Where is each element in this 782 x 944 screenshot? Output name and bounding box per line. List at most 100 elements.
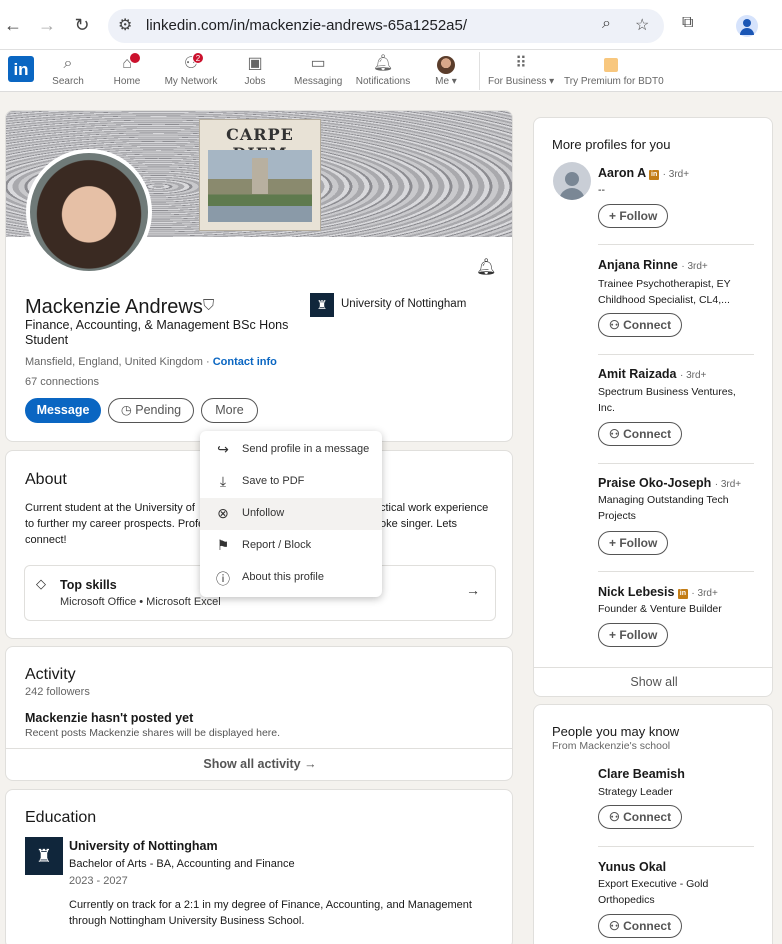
follow-button[interactable]: + Follow	[598, 531, 669, 555]
nav-messaging-label: Messaging	[294, 76, 343, 87]
profile-name[interactable]: Anjana Rinne · 3rd+	[598, 258, 708, 272]
follow-button[interactable]: + Follow	[598, 204, 669, 228]
person-headline: Export Executive - Gold Orthopedics	[598, 878, 709, 906]
reload-icon[interactable]: ↻	[71, 14, 93, 36]
degree-text: · 3rd+	[691, 588, 718, 599]
education-desc-line-2: through Nottingham University Business S…	[69, 915, 305, 927]
profile-university[interactable]: University of Nottingham	[341, 298, 466, 310]
activity-card: Activity 242 followers Mackenzie hasn't …	[5, 646, 513, 781]
profile-name[interactable]: Nick Lebesis in · 3rd+	[598, 585, 718, 599]
profile-headline: Trainee Psychotherapist, EY Childhood Sp…	[598, 278, 731, 306]
menu-save-pdf-label: Save to PDF	[242, 475, 305, 487]
nav-messaging[interactable]: ▭ Messaging	[294, 53, 342, 87]
about-line-3: connect!	[25, 534, 67, 546]
more-button[interactable]: More	[201, 398, 258, 423]
followers-count[interactable]: 242 followers	[25, 684, 90, 700]
connect-label: Connect	[623, 318, 672, 332]
person-name[interactable]: Yunus Okal	[598, 860, 666, 874]
message-button[interactable]: Message	[25, 398, 101, 423]
profile-name[interactable]: Amit Raizada · 3rd+	[598, 367, 706, 381]
divider	[598, 463, 754, 464]
connect-label: Connect	[623, 810, 672, 824]
about-title: About	[25, 471, 67, 488]
top-skills-list: Microsoft Office • Microsoft Excel	[60, 596, 221, 608]
nav-business-label: For Business ▾	[488, 76, 555, 87]
add-person-icon: ⚇	[609, 427, 624, 441]
education-school[interactable]: University of Nottingham	[69, 839, 218, 853]
connect-button[interactable]: ⚇ Connect	[598, 914, 683, 938]
zoom-icon[interactable]: ⌕	[602, 15, 611, 33]
menu-save-pdf[interactable]: ⤓ Save to PDF	[200, 466, 382, 498]
about-line-2-left: to further my career prospects. Profe	[25, 518, 205, 530]
nav-divider	[479, 52, 480, 90]
profile-name[interactable]: Praise Oko-Joseph · 3rd+	[598, 476, 741, 490]
profile-headline: Founder & Venture Builder	[598, 603, 722, 615]
nav-my-network[interactable]: ⚇ 2 My Network	[162, 52, 220, 87]
nav-premium[interactable]: Try Premium for BDT0	[564, 53, 664, 87]
show-all-activity-link[interactable]: Show all activity →	[6, 757, 512, 771]
bookmark-star-icon[interactable]: ☆	[635, 15, 649, 35]
network-badge: 2	[192, 52, 204, 64]
back-icon[interactable]: ←	[2, 14, 24, 36]
menu-send-profile[interactable]: ↪ Send profile in a message	[200, 434, 382, 466]
linkedin-badge-icon: in	[649, 170, 660, 180]
menu-report-block[interactable]: ⚑ Report / Block	[200, 530, 382, 562]
profile-headline: --	[598, 184, 605, 196]
connect-button[interactable]: ⚇ Connect	[598, 313, 683, 337]
bell-icon[interactable]: 🔔︎	[476, 257, 496, 277]
verified-shield-icon[interactable]: ⛉	[203, 297, 214, 314]
connections-count[interactable]: 67 connections	[25, 376, 99, 388]
nav-home-label: Home	[113, 76, 141, 87]
university-logo[interactable]: ♜	[310, 293, 334, 317]
extensions-icon[interactable]: ⧉	[682, 14, 693, 32]
top-skills-title: Top skills	[60, 578, 117, 592]
follow-button[interactable]: + Follow	[598, 623, 669, 647]
nav-jobs[interactable]: ▣ Jobs	[242, 53, 268, 87]
browser-profile-icon[interactable]	[736, 15, 758, 37]
menu-about-profile[interactable]: ⓘ About this profile	[200, 562, 382, 594]
url-text[interactable]: linkedin.com/in/mackenzie-andrews-65a125…	[146, 17, 467, 34]
pending-button[interactable]: ◷ Pending	[108, 398, 194, 423]
profile-location: Mansfield, England, United Kingdom · Con…	[25, 356, 277, 368]
profile-name: Mackenzie Andrews	[25, 296, 203, 318]
nav-for-business[interactable]: ⠿ For Business ▾	[488, 53, 554, 87]
add-person-icon: ⚇	[609, 810, 624, 824]
person-name[interactable]: Clare Beamish	[598, 767, 685, 781]
divider	[598, 244, 754, 245]
connect-button[interactable]: ⚇ Connect	[598, 422, 683, 446]
contact-info-link[interactable]: Contact info	[213, 356, 277, 368]
education-desc-line-1: Currently on track for a 2:1 in my degre…	[69, 899, 472, 911]
forward-icon[interactable]: →	[36, 14, 58, 36]
pending-label: Pending	[135, 403, 182, 417]
info-icon: ⓘ	[216, 571, 230, 587]
profile-name[interactable]: Aaron A in · 3rd+	[598, 166, 689, 180]
site-settings-icon[interactable]: ⚙	[118, 15, 132, 35]
show-all-profiles-link[interactable]: Show all	[534, 675, 772, 689]
education-degree: Bachelor of Arts - BA, Accounting and Fi…	[69, 858, 295, 870]
divider	[598, 354, 754, 355]
about-line-2-right: oke singer. Lets	[380, 518, 458, 530]
messaging-icon: ▭	[310, 55, 326, 72]
connect-button[interactable]: ⚇ Connect	[598, 805, 683, 829]
avatar[interactable]	[553, 162, 591, 200]
nav-me[interactable]: Me ▾	[430, 53, 462, 87]
download-icon: ⤓	[219, 473, 227, 489]
degree-text: · 3rd+	[679, 370, 707, 381]
nav-notifications[interactable]: 🔔︎ Notifications	[354, 53, 412, 87]
connect-label: Connect	[623, 427, 672, 441]
linkedin-logo[interactable]: in	[8, 56, 34, 82]
person-headline: Strategy Leader	[598, 786, 673, 798]
name-text: Anjana Rinne	[598, 258, 678, 272]
menu-report-block-label: Report / Block	[242, 539, 312, 551]
nav-search[interactable]: ⌕ Search	[52, 53, 84, 87]
arrow-right-icon[interactable]: →	[466, 582, 480, 598]
nav-home[interactable]: ⌂ Home	[112, 52, 142, 87]
menu-unfollow[interactable]: ⊗ Unfollow	[200, 498, 382, 530]
divider	[598, 846, 754, 847]
profile-photo[interactable]	[26, 149, 152, 275]
nav-notifications-label: Notifications	[355, 76, 411, 87]
about-line-1-left: Current student at the University of	[25, 502, 195, 514]
university-logo[interactable]: ♜	[25, 837, 63, 875]
divider	[6, 748, 512, 749]
education-years: 2023 - 2027	[69, 875, 128, 887]
